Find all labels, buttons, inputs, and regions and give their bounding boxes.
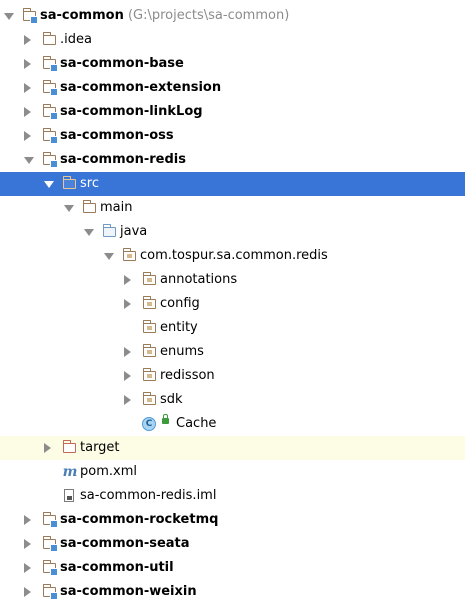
tree-item[interactable]: com.tospur.sa.common.redis	[0, 244, 465, 268]
tree-item-label: sa-common-util	[60, 560, 174, 575]
tree-item[interactable]: sa-common-rocketmq	[0, 508, 465, 532]
lock-icon	[162, 414, 169, 424]
chevron-right-icon[interactable]	[24, 539, 31, 549]
module-folder-icon	[42, 512, 58, 528]
iml-file-icon	[62, 488, 78, 504]
tree-item-label: sdk	[160, 392, 183, 407]
module-folder-icon	[22, 8, 38, 24]
chevron-right-icon[interactable]	[24, 35, 31, 45]
package-icon	[142, 320, 158, 336]
tree-item[interactable]: m pom.xml	[0, 460, 465, 484]
module-folder-icon	[42, 104, 58, 120]
tree-item[interactable]: sa-common-weixin	[0, 580, 465, 604]
tree-item-label: sa-common-seata	[60, 536, 190, 551]
chevron-down-icon[interactable]	[104, 253, 114, 260]
tree-item-label: java	[120, 224, 148, 239]
tree-item[interactable]: target	[0, 436, 465, 460]
chevron-right-icon[interactable]	[44, 443, 51, 453]
tree-item-label: pom.xml	[80, 464, 137, 479]
chevron-right-icon[interactable]	[24, 59, 31, 69]
module-folder-icon	[42, 128, 58, 144]
tree-item-label: entity	[160, 320, 198, 335]
package-icon	[142, 296, 158, 312]
tree-item[interactable]: sa-common-seata	[0, 532, 465, 556]
maven-icon: m	[62, 464, 78, 480]
module-folder-icon	[42, 584, 58, 600]
tree-item-label: main	[100, 200, 133, 215]
chevron-right-icon[interactable]	[124, 299, 131, 309]
module-folder-icon	[42, 56, 58, 72]
tree-item-label: redisson	[160, 368, 215, 383]
tree-item[interactable]: sa-common-util	[0, 556, 465, 580]
module-folder-icon	[42, 560, 58, 576]
source-folder-icon	[102, 224, 118, 240]
tree-item-label: enums	[160, 344, 204, 359]
chevron-right-icon[interactable]	[124, 395, 131, 405]
chevron-right-icon[interactable]	[124, 371, 131, 381]
tree-item[interactable]: sa-common-extension	[0, 76, 465, 100]
tree-item[interactable]: entity	[0, 316, 465, 340]
tree-item-label: sa-common-oss	[60, 128, 174, 143]
tree-item-label: sa-common-extension	[60, 80, 222, 95]
chevron-down-icon[interactable]	[4, 13, 14, 20]
project-tree: sa-common (G:\projects\sa-common) .idea s…	[0, 4, 465, 604]
tree-item-label: src	[80, 176, 99, 191]
chevron-down-icon[interactable]	[64, 205, 74, 212]
chevron-down-icon[interactable]	[24, 157, 34, 164]
tree-item-label: sa-common-base	[60, 56, 184, 71]
tree-item[interactable]: sa-common-redis.iml	[0, 484, 465, 508]
excluded-folder-icon	[62, 440, 78, 456]
tree-item-label: sa-common-linkLog	[60, 104, 203, 119]
chevron-right-icon[interactable]	[24, 515, 31, 525]
tree-root-item[interactable]: sa-common (G:\projects\sa-common)	[0, 4, 465, 28]
tree-item[interactable]: annotations	[0, 268, 465, 292]
tree-item[interactable]: java	[0, 220, 465, 244]
tree-item-label: sa-common-weixin	[60, 584, 197, 599]
folder-icon	[62, 176, 78, 192]
tree-item[interactable]: config	[0, 292, 465, 316]
folder-icon	[82, 200, 98, 216]
chevron-right-icon[interactable]	[24, 83, 31, 93]
chevron-right-icon[interactable]	[24, 587, 31, 597]
tree-root-path: (G:\projects\sa-common)	[127, 8, 290, 23]
chevron-right-icon[interactable]	[24, 107, 31, 117]
tree-item[interactable]: sdk	[0, 388, 465, 412]
tree-item[interactable]: redisson	[0, 364, 465, 388]
tree-item[interactable]: src	[0, 172, 465, 196]
chevron-right-icon[interactable]	[124, 347, 131, 357]
tree-item[interactable]: enums	[0, 340, 465, 364]
package-icon	[142, 272, 158, 288]
package-icon	[142, 392, 158, 408]
chevron-down-icon[interactable]	[44, 181, 54, 188]
tree-item-label: annotations	[160, 272, 238, 287]
tree-item[interactable]: sa-common-redis	[0, 148, 465, 172]
tree-item-label: target	[80, 440, 120, 455]
package-icon	[142, 344, 158, 360]
chevron-down-icon[interactable]	[84, 229, 94, 236]
tree-item-label: Cache	[176, 416, 217, 431]
chevron-right-icon[interactable]	[24, 563, 31, 573]
tree-item-label: sa-common-redis.iml	[80, 488, 217, 503]
tree-item-label: sa-common-rocketmq	[60, 512, 219, 527]
package-icon	[142, 368, 158, 384]
package-icon	[122, 248, 138, 264]
tree-item-label: com.tospur.sa.common.redis	[140, 248, 328, 263]
tree-item[interactable]: .idea	[0, 28, 465, 52]
tree-item[interactable]: main	[0, 196, 465, 220]
tree-item[interactable]: sa-common-linkLog	[0, 100, 465, 124]
module-folder-icon	[42, 152, 58, 168]
chevron-right-icon[interactable]	[124, 275, 131, 285]
tree-item[interactable]: sa-common-oss	[0, 124, 465, 148]
module-folder-icon	[42, 536, 58, 552]
class-icon: C	[142, 416, 158, 432]
tree-item[interactable]: C Cache	[0, 412, 465, 436]
tree-item-label: sa-common-redis	[60, 152, 186, 167]
tree-item[interactable]: sa-common-base	[0, 52, 465, 76]
module-folder-icon	[42, 80, 58, 96]
chevron-right-icon[interactable]	[24, 131, 31, 141]
tree-item-label: config	[160, 296, 200, 311]
tree-item-label: .idea	[60, 32, 92, 47]
tree-root-label: sa-common	[40, 8, 124, 23]
folder-icon	[42, 32, 58, 48]
